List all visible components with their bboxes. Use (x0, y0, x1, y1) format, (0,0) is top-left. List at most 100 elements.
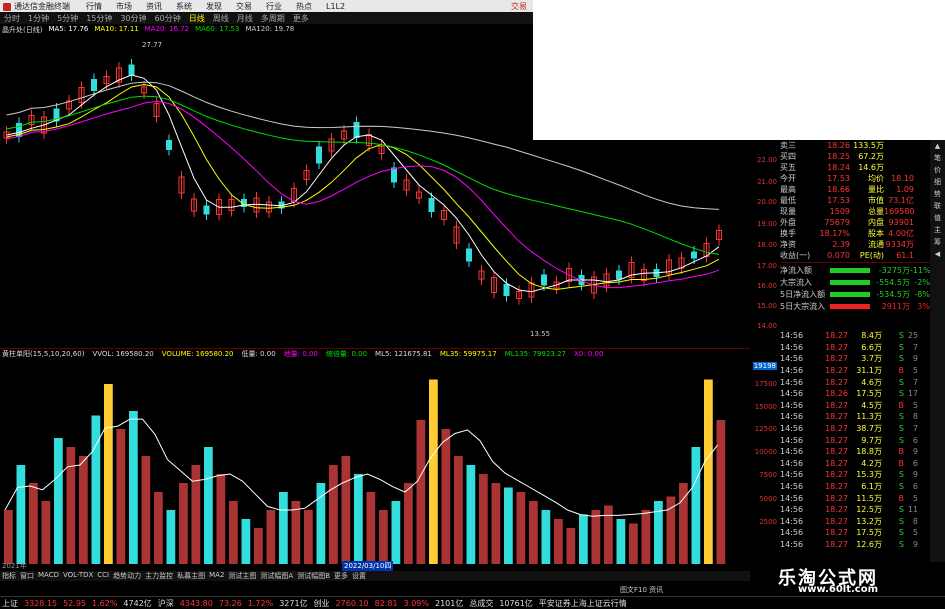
tick-cell: 7 (912, 377, 918, 387)
volume-chart[interactable] (0, 359, 750, 564)
tick-cell: B (898, 493, 905, 503)
index-label[interactable]: 创业 (314, 598, 330, 609)
side-tab[interactable]: 主 (933, 226, 943, 234)
tick-cell: B (898, 458, 905, 468)
indicator-tab[interactable]: 设置 (352, 571, 366, 581)
index-label[interactable]: 沪深 (158, 598, 174, 609)
tick-cell: S (898, 412, 904, 422)
side-tab[interactable]: 势 (933, 190, 943, 198)
tick-list[interactable]: 14:56 18.27 8.4万 S 25 14:56 18.27 6.6万 S 7 14:56 18… (780, 330, 930, 560)
side-tab[interactable]: 联 (933, 202, 943, 210)
side-tab[interactable]: 价 (933, 166, 943, 174)
indicator-tab[interactable]: 主力监控 (145, 571, 173, 581)
indicator-tab[interactable]: 趋势动力 (113, 571, 141, 581)
indicator-tab[interactable]: MACD (38, 571, 59, 581)
candlestick-chart[interactable]: 27.77 13.55 (0, 35, 750, 348)
tab-weekly[interactable]: 周线 (213, 13, 229, 24)
volume-bar (404, 483, 413, 564)
indicator-tab[interactable]: 更多 (334, 571, 348, 581)
menu-item-hot[interactable]: 热点 (296, 1, 312, 12)
indicator-tab[interactable]: VOL-TDX (63, 571, 93, 581)
tick-cell: 14:56 (780, 400, 804, 410)
indicator-tab[interactable]: CCI (97, 571, 109, 581)
volume-current-marker: 19198 (752, 362, 777, 370)
candle-body (353, 122, 360, 138)
side-tab[interactable]: 筹 (933, 238, 943, 246)
menu-item-system[interactable]: 系统 (176, 1, 192, 12)
volume-bar (216, 474, 226, 564)
price-tick: 20.00 (756, 198, 777, 206)
index-label[interactable]: 上证 (2, 598, 18, 609)
side-tab[interactable]: ◀ (933, 250, 943, 258)
quote-value2: 内盘 (868, 218, 884, 227)
volume-tick: 17500 (754, 380, 777, 388)
tab-more[interactable]: 更多 (293, 13, 309, 24)
tick-cell: 6 (912, 435, 918, 445)
candle-body (616, 270, 622, 280)
tab-60min[interactable]: 60分钟 (155, 13, 181, 24)
tab-monthly[interactable]: 月线 (237, 13, 253, 24)
volume-bar (504, 487, 513, 564)
menu-item-market[interactable]: 市场 (116, 1, 132, 12)
tick-cell: 38.7万 (856, 424, 882, 434)
menu-item-industry[interactable]: 行业 (266, 1, 282, 12)
tick-cell: 11.5万 (856, 493, 882, 503)
tick-cell: 14:56 (780, 342, 804, 352)
side-tab[interactable]: 笔 (933, 154, 943, 162)
quote-value: 18.66 (827, 185, 850, 194)
menu-item-trade[interactable]: 交易 (236, 1, 252, 12)
tick-cell: 14:56 (780, 493, 804, 503)
side-tab[interactable]: 细 (933, 178, 943, 186)
volume-tick: 7500 (759, 471, 777, 479)
tick-cell: 18.27 (825, 412, 848, 422)
tick-cell: 14:56 (780, 470, 804, 480)
menu-item-quote[interactable]: 行情 (86, 1, 102, 12)
ma5-value: MA5: 17.76 (48, 25, 89, 33)
x0-value: X0: 0.00 (574, 350, 604, 358)
quote-value3: 1.09 (896, 185, 914, 194)
volume-tick: 12500 (754, 425, 777, 433)
tick-cell: 18.27 (825, 528, 848, 538)
tab-multi-period[interactable]: 多周期 (261, 13, 285, 24)
quote-label: 收益(一) (780, 251, 811, 260)
tick-row: 14:56 18.27 13.2万 S 8 (780, 516, 930, 528)
trade-button[interactable]: 交易 (511, 1, 527, 12)
ma60-value: MA60: 17.53 (195, 25, 240, 33)
flow-value: -3275万 (878, 265, 910, 275)
menu-item-l1l2[interactable]: L1L2 (326, 2, 345, 11)
indicator-tab[interactable]: MA2 (209, 571, 224, 581)
tick-cell: 6.1万 (861, 482, 882, 492)
indicator-tab[interactable]: 指标 (2, 571, 16, 581)
side-tab[interactable]: 值 (933, 214, 943, 222)
volume-value: VOLUME: 169580.20 (161, 350, 234, 358)
indicator-tab[interactable]: 测试幅图B (297, 571, 330, 581)
vvol-value: VVOL: 169580.20 (92, 350, 154, 358)
quote-value3: 73.1亿 (888, 196, 914, 205)
indicator-tab[interactable]: 窗口 (20, 571, 34, 581)
indicator-tab[interactable]: 测试主图 (228, 571, 256, 581)
flow-row: 净流入额 -3275万 -11% (780, 264, 931, 276)
tab-daily[interactable]: 日线 (189, 13, 205, 24)
total-label: 总成交 (469, 598, 494, 608)
tick-cell: 6.6万 (861, 342, 882, 352)
volume-tick: 2500 (759, 518, 777, 526)
tick-cell: S (898, 505, 904, 515)
tick-cell: 14:56 (780, 354, 804, 364)
tab-1min[interactable]: 1分钟 (28, 13, 49, 24)
ma10-value: MA10: 17.11 (94, 25, 139, 33)
tab-15min[interactable]: 15分钟 (86, 13, 112, 24)
indicator-tab[interactable]: 测试幅图A (260, 571, 293, 581)
candle-body (91, 79, 97, 91)
menu-item-news[interactable]: 资讯 (146, 1, 162, 12)
indicator-tab[interactable]: 私募主图 (177, 571, 205, 581)
quote-value: 18.25 (827, 152, 850, 161)
tick-cell: S (898, 342, 904, 352)
tick-cell: 31.1万 (856, 366, 882, 376)
tab-5min[interactable]: 5分钟 (57, 13, 78, 24)
menu-item-discover[interactable]: 发现 (206, 1, 222, 12)
side-tab[interactable]: ▲ (933, 142, 943, 150)
candle-body (316, 146, 322, 164)
tick-row: 14:56 18.27 8.4万 S 25 (780, 330, 930, 342)
tab-30min[interactable]: 30分钟 (120, 13, 146, 24)
tab-tick[interactable]: 分时 (4, 13, 20, 24)
